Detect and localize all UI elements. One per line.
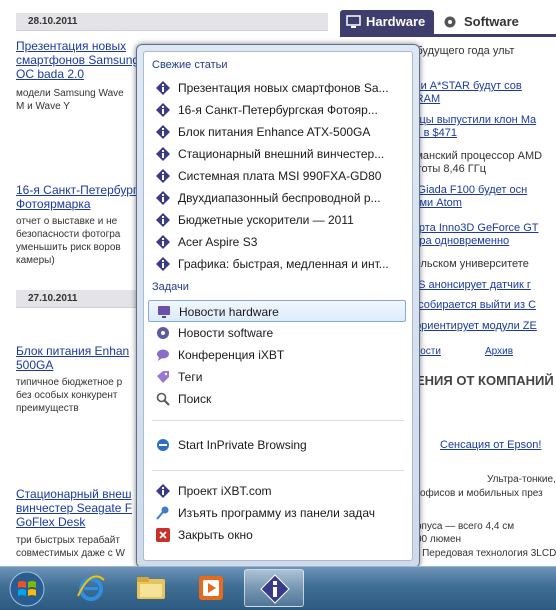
ixbt-icon bbox=[156, 147, 170, 161]
taskbar-media-button[interactable] bbox=[182, 569, 240, 607]
epson-link[interactable]: Сенсация от Epson! bbox=[440, 439, 541, 451]
task-label: Поиск bbox=[178, 392, 212, 406]
folder-icon bbox=[137, 577, 165, 599]
project-ixbt[interactable]: Проект iXBT.com bbox=[148, 480, 406, 502]
close-window[interactable]: Закрыть окно bbox=[148, 524, 406, 546]
tab-software[interactable]: Software bbox=[438, 10, 556, 34]
start-button[interactable] bbox=[0, 569, 56, 607]
recent-item-label: Системная плата MSI 990FXA-GD80 bbox=[178, 169, 382, 183]
recent-header: Свежие статьи bbox=[152, 59, 228, 71]
ixbt-icon bbox=[156, 125, 170, 139]
recent-item-label: 16-я Санкт-Петербургская Фотояр... bbox=[178, 103, 378, 117]
project-label: Проект iXBT.com bbox=[178, 484, 272, 498]
recent-item-label: Стационарный внешний винчестер... bbox=[178, 147, 385, 161]
recent-item-label: Бюджетные ускорители — 2011 bbox=[178, 213, 354, 227]
media-player-icon bbox=[199, 576, 223, 600]
tab-software-label: Software bbox=[464, 14, 519, 29]
ixbt-icon bbox=[156, 484, 170, 498]
task-hardware-news[interactable]: Новости hardware bbox=[148, 300, 406, 322]
promo-text-4: 00 люмен bbox=[416, 534, 462, 545]
task-tags[interactable]: Теги bbox=[148, 366, 406, 388]
ixbt-icon bbox=[156, 103, 170, 117]
jump-list-panel: Свежие статьи Презентация новых смартфон… bbox=[143, 51, 413, 561]
recent-item-label: Acer Aspire S3 bbox=[178, 235, 258, 249]
promo-text-5: - Передовая технология 3LCD bbox=[416, 548, 556, 559]
jump-list: Свежие статьи Презентация новых смартфон… bbox=[136, 44, 420, 568]
task-software-news[interactable]: Новости software bbox=[148, 322, 406, 344]
search-icon bbox=[156, 392, 170, 406]
taskbar-ixbt-button[interactable] bbox=[244, 569, 304, 607]
recent-item[interactable]: Стационарный внешний винчестер... bbox=[148, 143, 406, 165]
recent-item-label: Двухдиапазонный беспроводной р... bbox=[178, 191, 381, 205]
close-label: Закрыть окно bbox=[178, 528, 253, 542]
recent-item[interactable]: Графика: быстрая, медленная и инт... bbox=[148, 253, 406, 275]
taskbar bbox=[0, 566, 556, 610]
promo-text-1: Ультра-тонкие, ультр bbox=[487, 474, 556, 485]
start-inprivate[interactable]: Start InPrivate Browsing bbox=[148, 434, 406, 456]
monitor-icon bbox=[346, 15, 361, 28]
inprivate-label: Start InPrivate Browsing bbox=[178, 438, 307, 452]
tab-hardware-label: Hardware bbox=[366, 14, 426, 29]
task-label: Теги bbox=[178, 370, 203, 384]
task-conference[interactable]: Конференция iXBT bbox=[148, 344, 406, 366]
recent-item[interactable]: Acer Aspire S3 bbox=[148, 231, 406, 253]
task-search[interactable]: Поиск bbox=[148, 388, 406, 410]
disc-icon bbox=[157, 327, 169, 339]
ixbt-icon bbox=[156, 191, 170, 205]
news-date-1: 28.10.2011 bbox=[16, 13, 328, 31]
chat-icon bbox=[157, 349, 169, 361]
ixbt-icon bbox=[156, 235, 170, 249]
pin-icon bbox=[156, 506, 169, 520]
monitor-icon bbox=[158, 306, 170, 318]
task-label: Конференция iXBT bbox=[178, 348, 285, 362]
separator bbox=[152, 420, 404, 421]
tasks-header: Задачи bbox=[152, 281, 189, 293]
archive-link[interactable]: Архив bbox=[485, 345, 556, 358]
recent-item[interactable]: Блок питания Enhance ATX-500GA bbox=[148, 121, 406, 143]
unpin-from-taskbar[interactable]: Изъять программу из панели задач bbox=[148, 502, 406, 524]
ixbt-icon bbox=[156, 81, 170, 95]
ixbt-icon bbox=[260, 574, 290, 604]
promo-text-2: офисов и мобильных през bbox=[420, 488, 543, 499]
internet-explorer-icon bbox=[77, 575, 105, 601]
tab-underline bbox=[340, 34, 556, 37]
unpin-label: Изъять программу из панели задач bbox=[178, 506, 375, 520]
recent-item-label: Презентация новых смартфонов Sa... bbox=[178, 81, 389, 95]
section-title: ЕНИЯ ОТ КОМПАНИЙ bbox=[416, 373, 554, 388]
ie-inprivate-icon bbox=[157, 439, 169, 451]
disc-icon bbox=[444, 16, 456, 28]
recent-item-label: Графика: быстрая, медленная и инт... bbox=[178, 257, 389, 271]
task-label: Новости software bbox=[178, 326, 274, 340]
recent-item[interactable]: Бюджетные ускорители — 2011 bbox=[148, 209, 406, 231]
recent-item[interactable]: Презентация новых смартфонов Sa... bbox=[148, 77, 406, 99]
promo-text-3: рпуса — всего 4,4 см bbox=[416, 521, 515, 532]
taskbar-ie-button[interactable] bbox=[62, 569, 120, 607]
ixbt-icon bbox=[156, 213, 170, 227]
task-label: Новости hardware bbox=[179, 305, 279, 319]
tab-hardware[interactable]: Hardware bbox=[340, 10, 434, 34]
recent-item-label: Блок питания Enhance ATX-500GA bbox=[178, 125, 371, 139]
recent-item[interactable]: Системная плата MSI 990FXA-GD80 bbox=[148, 165, 406, 187]
recent-item[interactable]: Двухдиапазонный беспроводной р... bbox=[148, 187, 406, 209]
windows-orb-icon bbox=[9, 571, 45, 607]
taskbar-explorer-button[interactable] bbox=[122, 569, 180, 607]
recent-item[interactable]: 16-я Санкт-Петербургская Фотояр... bbox=[148, 99, 406, 121]
ixbt-icon bbox=[156, 169, 170, 183]
close-icon bbox=[156, 528, 170, 542]
tag-icon bbox=[157, 371, 169, 383]
separator bbox=[152, 470, 404, 471]
ixbt-icon bbox=[156, 257, 170, 271]
